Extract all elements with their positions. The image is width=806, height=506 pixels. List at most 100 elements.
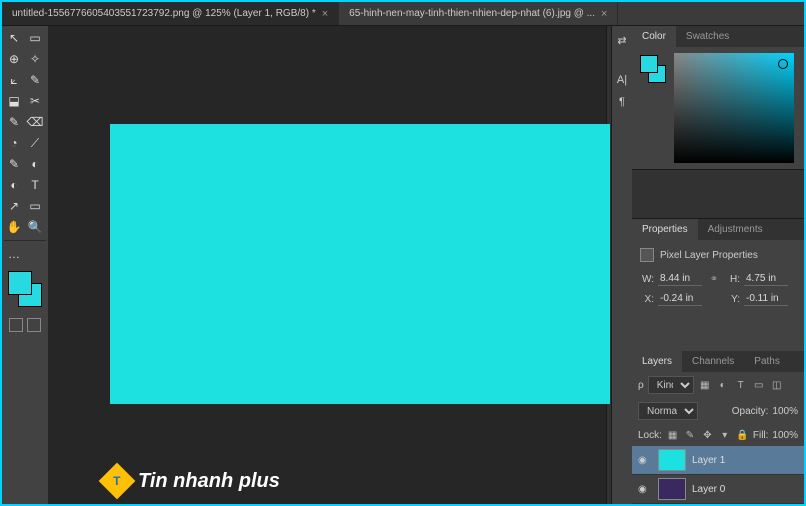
h-value[interactable]: 4.75 in — [744, 272, 788, 286]
mini-fg-swatch[interactable] — [640, 55, 658, 73]
tab-properties[interactable]: Properties — [632, 219, 698, 240]
direct-select-tool[interactable]: ↗ — [4, 196, 24, 216]
shape-tool[interactable]: ▭ — [25, 196, 45, 216]
tab-paths[interactable]: Paths — [744, 351, 790, 372]
filter-smart-icon[interactable]: ◫ — [770, 378, 784, 392]
filter-adjust-icon[interactable]: ◐ — [716, 378, 730, 392]
foreground-swatch[interactable] — [8, 271, 32, 295]
healing-tool[interactable]: ⬓ — [4, 91, 24, 111]
history-icon[interactable]: ⇄ — [614, 32, 630, 48]
gradient-tool[interactable]: ◔ — [4, 133, 24, 153]
color-swatch[interactable] — [4, 269, 46, 311]
close-icon[interactable]: × — [601, 8, 607, 20]
marquee-tool[interactable]: ▭ — [25, 28, 45, 48]
properties-panel: Pixel Layer Properties W: 8.44 in ⚭ H: 4… — [632, 240, 804, 320]
lasso-tool[interactable]: ⊕ — [4, 49, 24, 69]
panel-gap — [632, 169, 804, 219]
canvas-area: Tin nhanh plus — [48, 26, 606, 504]
filter-image-icon[interactable]: ▦ — [698, 378, 712, 392]
document-tabs: untitled-1556776605403551723792.png @ 12… — [2, 2, 804, 26]
kind-select[interactable]: Kind — [648, 376, 694, 394]
kind-label: ρ — [638, 380, 644, 391]
move-tool[interactable]: ↖ — [4, 28, 24, 48]
close-icon[interactable]: × — [322, 8, 328, 20]
tab-1-title: untitled-1556776605403551723792.png @ 12… — [12, 8, 316, 19]
canvas[interactable] — [110, 124, 610, 404]
character-icon[interactable]: A| — [614, 72, 630, 88]
y-value[interactable]: -0.11 in — [744, 292, 788, 306]
picker-cursor — [778, 59, 788, 69]
props-title: Pixel Layer Properties — [660, 250, 758, 261]
hand-tool[interactable]: ✋ — [4, 217, 24, 237]
tab-swatches[interactable]: Swatches — [676, 26, 739, 47]
pen-tool[interactable]: ◐ — [25, 154, 45, 174]
filter-type-icon[interactable]: T — [734, 378, 748, 392]
tools-palette: ↖ ▭ ⊕ ✧ ⟀ ✎ ⬓ ✂ ✎ ⌫ ◔ ⟋ ✎ ◐ ◐ T ↗ ▭ ✋ 🔍 … — [2, 26, 48, 504]
layer-1-name[interactable]: Layer 1 — [692, 455, 725, 466]
tab-color[interactable]: Color — [632, 26, 676, 47]
paragraph-icon[interactable]: ¶ — [614, 94, 630, 110]
type-tool[interactable]: T — [25, 175, 45, 195]
x-value[interactable]: -0.24 in — [658, 292, 702, 306]
mask-mode — [4, 318, 46, 332]
fill-value[interactable]: 100% — [772, 430, 798, 441]
lock-label: Lock: — [638, 430, 662, 441]
more-tools[interactable]: … — [4, 244, 24, 264]
lock-brush-icon[interactable]: ✎ — [683, 428, 696, 442]
tab-adjustments[interactable]: Adjustments — [698, 219, 773, 240]
watermark: Tin nhanh plus — [104, 468, 280, 494]
layers-tabs: Layers Channels Paths — [632, 351, 804, 372]
lock-move-icon[interactable]: ✥ — [701, 428, 714, 442]
layer-0-name[interactable]: Layer 0 — [692, 484, 725, 495]
layer-row-1[interactable]: ◉ Layer 1 — [632, 446, 804, 475]
flex-spacer — [632, 320, 804, 351]
blend-mode-select[interactable]: Normal — [638, 402, 698, 420]
watermark-text: Tin nhanh plus — [138, 470, 280, 493]
layers-panel: ρ Kind ▦ ◐ T ▭ ◫ Normal Opacity: 100% Lo… — [632, 372, 804, 504]
mini-swatch[interactable] — [638, 53, 668, 93]
layer-row-0[interactable]: ◉ Layer 0 — [632, 475, 804, 504]
right-panels: Color Swatches Properties Adjustments Pi… — [632, 26, 804, 504]
fill-label: Fill: — [753, 430, 769, 441]
y-label: Y: — [726, 294, 740, 305]
layer-thumbnail[interactable] — [658, 478, 686, 500]
eyedropper-tool[interactable]: ✎ — [25, 70, 45, 90]
filter-shape-icon[interactable]: ▭ — [752, 378, 766, 392]
lock-all-icon[interactable]: 🔒 — [735, 428, 748, 442]
lock-nest-icon[interactable]: ▾ — [718, 428, 731, 442]
w-label: W: — [640, 274, 654, 285]
opacity-label: Opacity: — [732, 406, 769, 417]
h-label: H: — [726, 274, 740, 285]
tab-2-title: 65-hinh-nen-may-tinh-thien-nhien-dep-nha… — [349, 8, 595, 19]
w-value[interactable]: 8.44 in — [658, 272, 702, 286]
path-tool[interactable]: ◐ — [4, 175, 24, 195]
visibility-icon[interactable]: ◉ — [638, 455, 652, 466]
watermark-icon — [99, 463, 136, 500]
dodge-tool[interactable]: ✎ — [4, 154, 24, 174]
blur-tool[interactable]: ⟋ — [25, 133, 45, 153]
collapsed-panels: ⇄ A| ¶ — [612, 26, 632, 504]
separator — [4, 240, 46, 241]
lock-transparent-icon[interactable]: ▦ — [666, 428, 679, 442]
standard-mode[interactable] — [9, 318, 23, 332]
pixel-layer-icon — [640, 248, 654, 262]
link-icon[interactable]: ⚭ — [706, 273, 722, 285]
tab-2[interactable]: 65-hinh-nen-may-tinh-thien-nhien-dep-nha… — [339, 2, 618, 25]
tab-channels[interactable]: Channels — [682, 351, 744, 372]
brush-tool[interactable]: ✂ — [25, 91, 45, 111]
color-panel — [632, 47, 804, 169]
quick-mask-mode[interactable] — [27, 318, 41, 332]
zoom-tool[interactable]: 🔍 — [25, 217, 45, 237]
wand-tool[interactable]: ✧ — [25, 49, 45, 69]
tab-layers[interactable]: Layers — [632, 351, 682, 372]
crop-tool[interactable]: ⟀ — [4, 70, 24, 90]
color-tabs: Color Swatches — [632, 26, 804, 47]
color-picker[interactable] — [674, 53, 794, 163]
tab-1[interactable]: untitled-1556776605403551723792.png @ 12… — [2, 2, 339, 25]
x-label: X: — [640, 294, 654, 305]
stamp-tool[interactable]: ✎ — [4, 112, 24, 132]
visibility-icon[interactable]: ◉ — [638, 484, 652, 495]
layer-thumbnail[interactable] — [658, 449, 686, 471]
eraser-tool[interactable]: ⌫ — [25, 112, 45, 132]
opacity-value[interactable]: 100% — [772, 406, 798, 417]
